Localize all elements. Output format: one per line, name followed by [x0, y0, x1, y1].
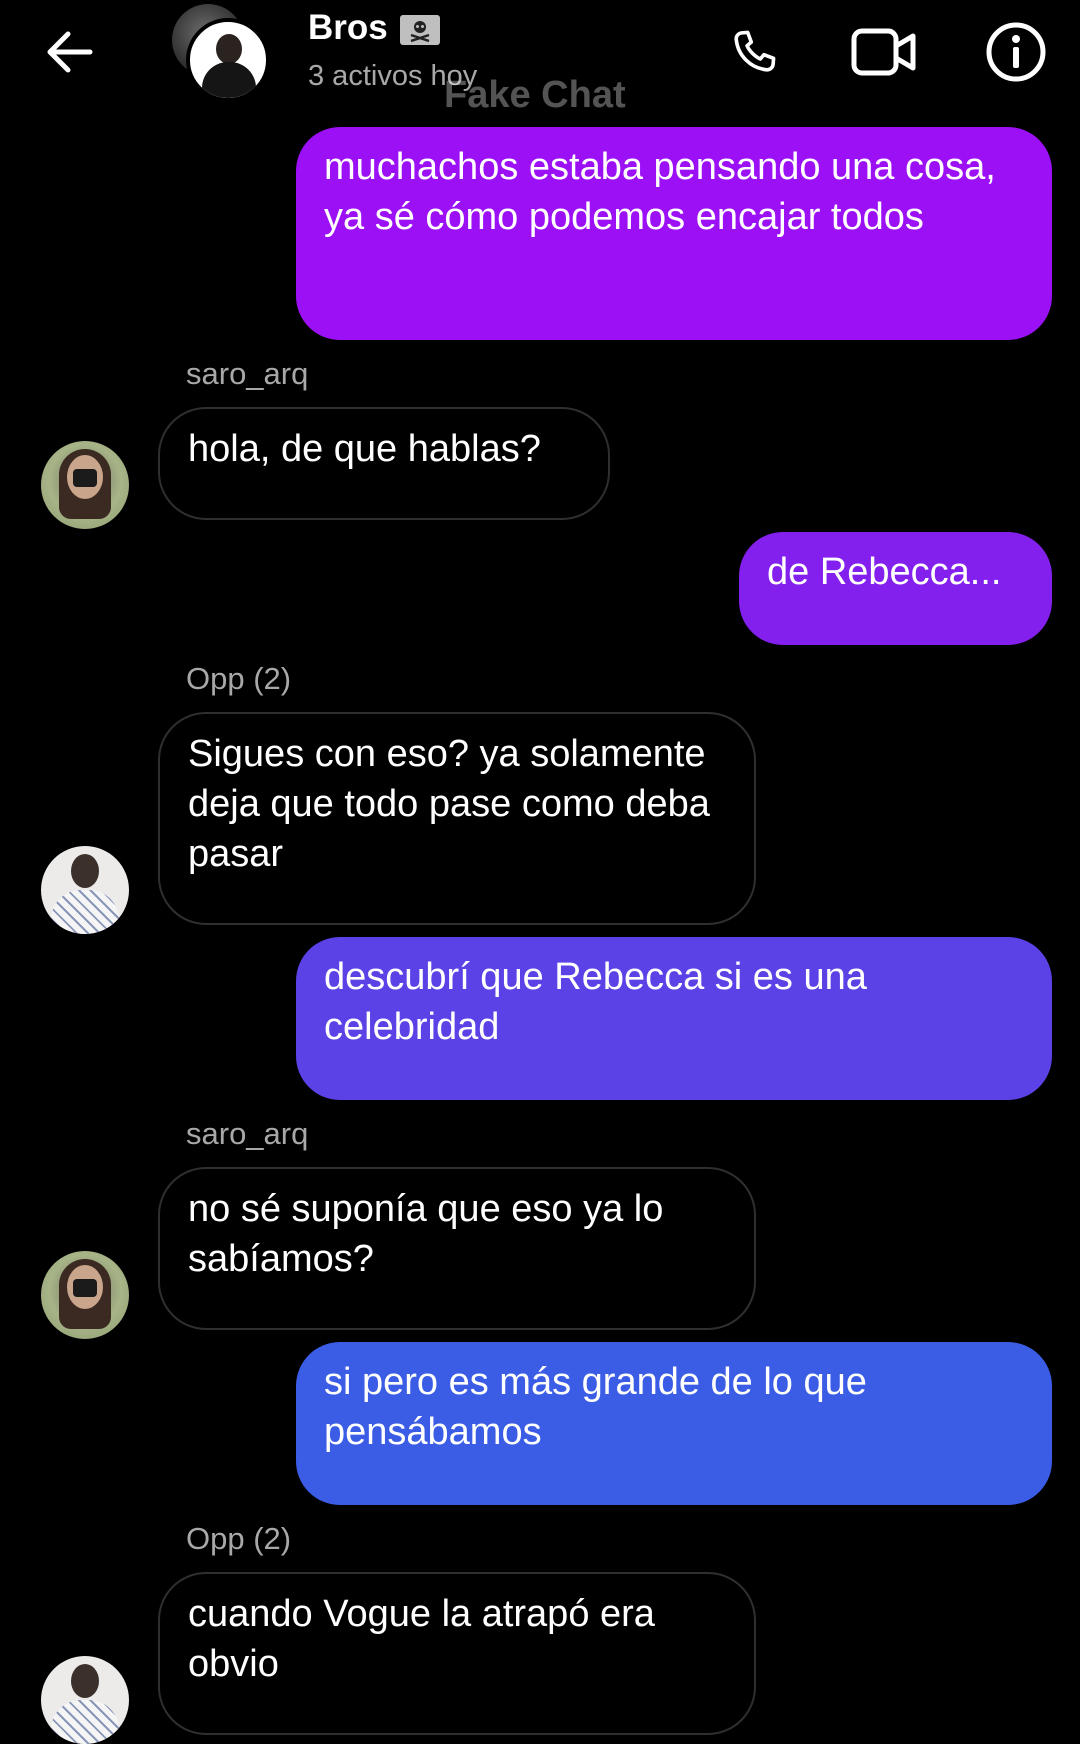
sender-name: Opp (2) [186, 1521, 292, 1556]
member-avatar-front [186, 18, 270, 102]
message-bubble-incoming[interactable]: hola, de que hablas? [158, 407, 610, 520]
message-bubble-outgoing[interactable]: descubrí que Rebecca si es una celebrida… [296, 937, 1052, 1100]
phone-icon [734, 30, 776, 72]
group-name: Bros [308, 8, 388, 47]
group-title[interactable]: Bros [308, 8, 440, 48]
message-bubble-outgoing[interactable]: muchachos estaba pensando una cosa, ya s… [296, 127, 1052, 340]
sender-avatar[interactable] [41, 441, 129, 529]
sender-avatar[interactable] [41, 1656, 129, 1744]
sender-name: saro_arq [186, 1116, 309, 1151]
video-camera-icon [851, 28, 916, 76]
video-call-button[interactable] [850, 20, 918, 84]
back-arrow-icon [47, 31, 93, 73]
call-button[interactable] [720, 20, 788, 84]
message-bubble-outgoing[interactable]: de Rebecca... [739, 532, 1052, 645]
watermark: Fake Chat [444, 74, 626, 116]
info-icon [986, 22, 1046, 82]
sender-name: Opp (2) [186, 661, 292, 696]
chat-header: Bros 3 activos hoy Fake Chat [0, 0, 1080, 120]
pirate-flag-icon [399, 15, 440, 45]
back-button[interactable] [40, 24, 100, 80]
message-bubble-incoming[interactable]: Sigues con eso? ya solamente deja que to… [158, 712, 756, 925]
message-bubble-outgoing[interactable]: si pero es más grande de lo que pensábam… [296, 1342, 1052, 1505]
message-bubble-incoming[interactable]: no sé suponía que eso ya lo sabíamos? [158, 1167, 756, 1330]
info-button[interactable] [982, 20, 1050, 84]
message-bubble-incoming[interactable]: cuando Vogue la atrapó era obvio [158, 1572, 756, 1735]
sender-avatar[interactable] [41, 846, 129, 934]
group-avatar[interactable] [172, 4, 272, 104]
sender-avatar[interactable] [41, 1251, 129, 1339]
sender-name: saro_arq [186, 356, 309, 391]
